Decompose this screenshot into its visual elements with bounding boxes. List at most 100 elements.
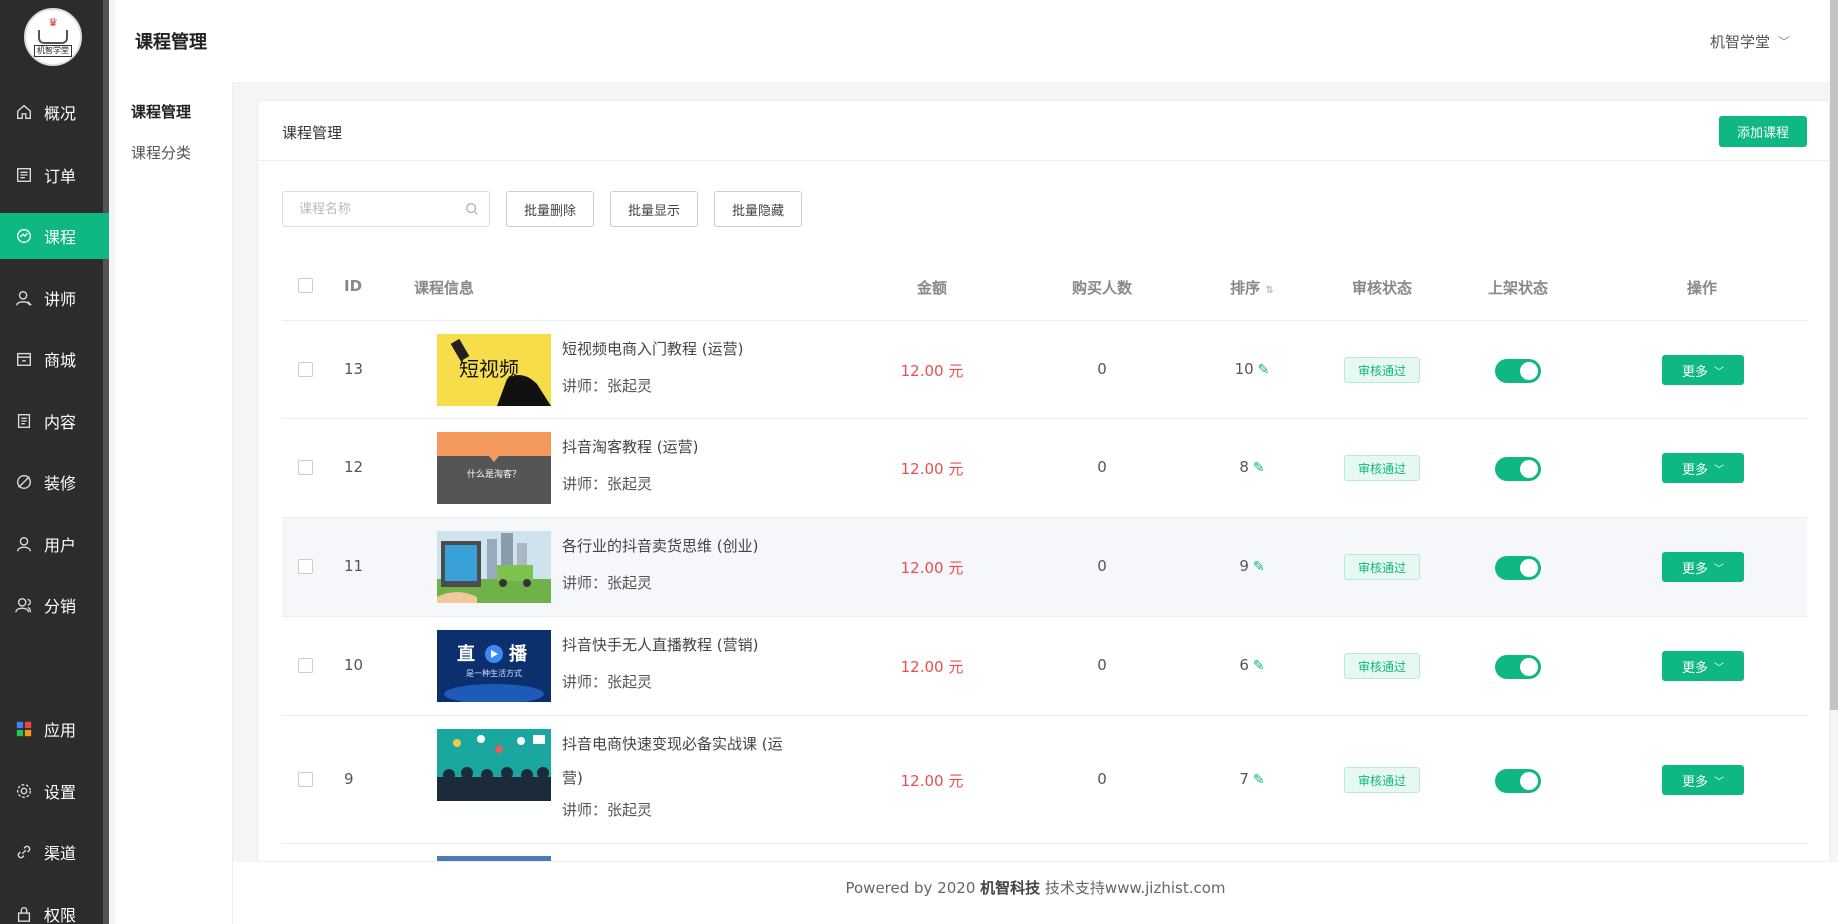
sidebar-item-label: 课程 [44, 228, 77, 247]
sidebar-item-label: 讲师 [44, 290, 77, 309]
search-icon[interactable] [465, 202, 479, 216]
course-buyers: 0 [1097, 360, 1107, 378]
sort-value: 7 [1239, 770, 1249, 788]
course-thumbnail[interactable] [437, 531, 551, 603]
distribution-icon [14, 595, 34, 615]
course-thumbnail[interactable]: 短视频 [437, 334, 551, 406]
course-icon [14, 226, 34, 246]
home-icon [14, 102, 34, 122]
toolbar: 批量删除 批量显示 批量隐藏 [282, 191, 818, 227]
row-id: 10 [344, 656, 364, 674]
edit-pencil-icon[interactable]: ✎ [1253, 772, 1265, 788]
sidebar-item-content[interactable]: 内容 [0, 398, 109, 444]
thumbnail-text: 短视频 [459, 357, 519, 381]
sidebar-item-teachers[interactable]: 讲师 [0, 275, 109, 321]
thumbnail-art [437, 533, 551, 603]
settings-icon [14, 781, 34, 801]
more-label: 更多 [1681, 364, 1708, 380]
sidebar-item-permission[interactable]: 权限 [0, 891, 109, 924]
footer-suffix: 技术支持www.jizhist.com [1040, 879, 1226, 897]
brand-logo[interactable]: ♛ 机智学堂 [24, 8, 82, 66]
edit-pencil-icon[interactable]: ✎ [1258, 362, 1270, 378]
sidebar-item-shop[interactable]: 商城 [0, 336, 109, 382]
sidebar-item-users[interactable]: 用户 [0, 521, 109, 567]
course-name[interactable]: 抖音快手无人直播教程 (营销) [562, 628, 802, 662]
thumbnail-art [437, 735, 551, 801]
course-teacher: 讲师：张起灵 [562, 377, 653, 395]
subnav-item-course-category[interactable]: 课程分类 [131, 142, 191, 163]
sidebar-item-channel[interactable]: 渠道 [0, 829, 109, 875]
row-checkbox[interactable] [298, 362, 313, 377]
sort-value: 10 [1234, 360, 1254, 378]
table-row: 9 抖音电商快速变现必备实战课 (运营) 讲师：张起灵 12.00 元 0 7 ✎… [282, 716, 1807, 844]
edit-pencil-icon[interactable]: ✎ [1253, 460, 1265, 476]
course-sort: 8 ✎ [1162, 458, 1342, 476]
more-button[interactable]: 更多 ﹀ [1662, 355, 1744, 385]
more-button[interactable]: 更多 ﹀ [1662, 651, 1744, 681]
table-header: ID 课程信息 金额 购买人数 排序 ⇅ 审核状态 上架状态 操作 [282, 251, 1807, 321]
course-name[interactable]: 短视频电商入门教程 (运营) [562, 332, 802, 366]
listing-toggle[interactable] [1495, 359, 1541, 383]
more-label: 更多 [1681, 774, 1708, 790]
batch-show-button[interactable]: 批量显示 [610, 191, 699, 227]
course-price: 12.00 元 [900, 362, 964, 380]
sidebar-item-apps[interactable]: 应用 [0, 706, 109, 752]
search-input[interactable] [283, 192, 489, 226]
sidebar-item-label: 商城 [44, 351, 77, 370]
edit-pencil-icon[interactable]: ✎ [1253, 658, 1265, 674]
add-course-button[interactable]: 添加课程 [1718, 116, 1807, 147]
more-button[interactable]: 更多 ﹀ [1662, 552, 1744, 582]
sidebar-item-courses[interactable]: 课程 [0, 213, 109, 259]
apps-icon [14, 719, 34, 739]
listing-toggle[interactable] [1495, 769, 1541, 793]
thumbnail-text: 直 [457, 643, 475, 665]
col-listing: 上架状态 [1487, 279, 1548, 297]
course-buyers: 0 [1097, 656, 1107, 674]
content-icon [14, 411, 34, 431]
sidebar-item-distribution[interactable]: 分销 [0, 582, 109, 628]
edit-pencil-icon[interactable]: ✎ [1253, 559, 1265, 575]
listing-toggle[interactable] [1495, 556, 1541, 580]
course-thumbnail[interactable]: 直 播 是一种生活方式 [437, 630, 551, 702]
more-button[interactable]: 更多 ﹀ [1662, 453, 1744, 483]
card-header: 课程管理 添加课程 [258, 101, 1829, 161]
row-checkbox[interactable] [298, 559, 313, 574]
order-icon [14, 165, 34, 185]
subnav-item-course-manage[interactable]: 课程管理 [131, 101, 191, 122]
sidebar-item-label: 分销 [44, 597, 77, 616]
row-checkbox[interactable] [298, 772, 313, 787]
row-id: 13 [344, 360, 364, 378]
listing-toggle[interactable] [1495, 457, 1541, 481]
sidebar-item-label: 渠道 [44, 844, 77, 863]
course-name[interactable]: 抖音淘客教程 (运营) [562, 430, 802, 464]
sidebar-item-orders[interactable]: 订单 [0, 152, 109, 198]
listing-toggle[interactable] [1495, 655, 1541, 679]
table-row [282, 844, 1807, 861]
row-id: 12 [344, 458, 364, 476]
crown-icon: ♛ [48, 16, 58, 29]
course-price: 12.00 元 [900, 658, 964, 676]
select-all-checkbox[interactable] [298, 278, 313, 293]
sidebar-item-overview[interactable]: 概况 [0, 89, 109, 135]
more-label: 更多 [1681, 462, 1708, 478]
course-thumbnail[interactable]: 什么是淘客？ [437, 432, 551, 504]
more-button[interactable]: 更多 ﹀ [1662, 765, 1744, 795]
sidebar-item-label: 权限 [44, 906, 77, 924]
page-scrollbar[interactable] [1830, 0, 1838, 710]
course-name[interactable]: 各行业的抖音卖货思维 (创业) [562, 529, 802, 563]
user-menu[interactable]: 机智学堂 ﹀ [1710, 31, 1790, 52]
course-name[interactable]: 抖音电商快速变现必备实战课 (运营) [562, 727, 802, 795]
sidebar-item-label: 用户 [44, 536, 77, 555]
course-price: 12.00 元 [900, 559, 964, 577]
sidebar: ♛ 机智学堂 概况 订单 课程 讲师 商城 内容 装修 用户 分销 应用 设置 … [0, 0, 109, 924]
col-sort-label: 排序 [1230, 279, 1261, 297]
row-checkbox[interactable] [298, 658, 313, 673]
sidebar-item-settings[interactable]: 设置 [0, 768, 109, 814]
batch-delete-button[interactable]: 批量删除 [506, 191, 595, 227]
row-checkbox[interactable] [298, 460, 313, 475]
review-status-badge: 审核通过 [1344, 767, 1420, 793]
course-thumbnail[interactable] [437, 729, 551, 801]
col-review: 审核状态 [1351, 279, 1412, 297]
batch-hide-button[interactable]: 批量隐藏 [714, 191, 803, 227]
sidebar-item-decoration[interactable]: 装修 [0, 459, 109, 505]
